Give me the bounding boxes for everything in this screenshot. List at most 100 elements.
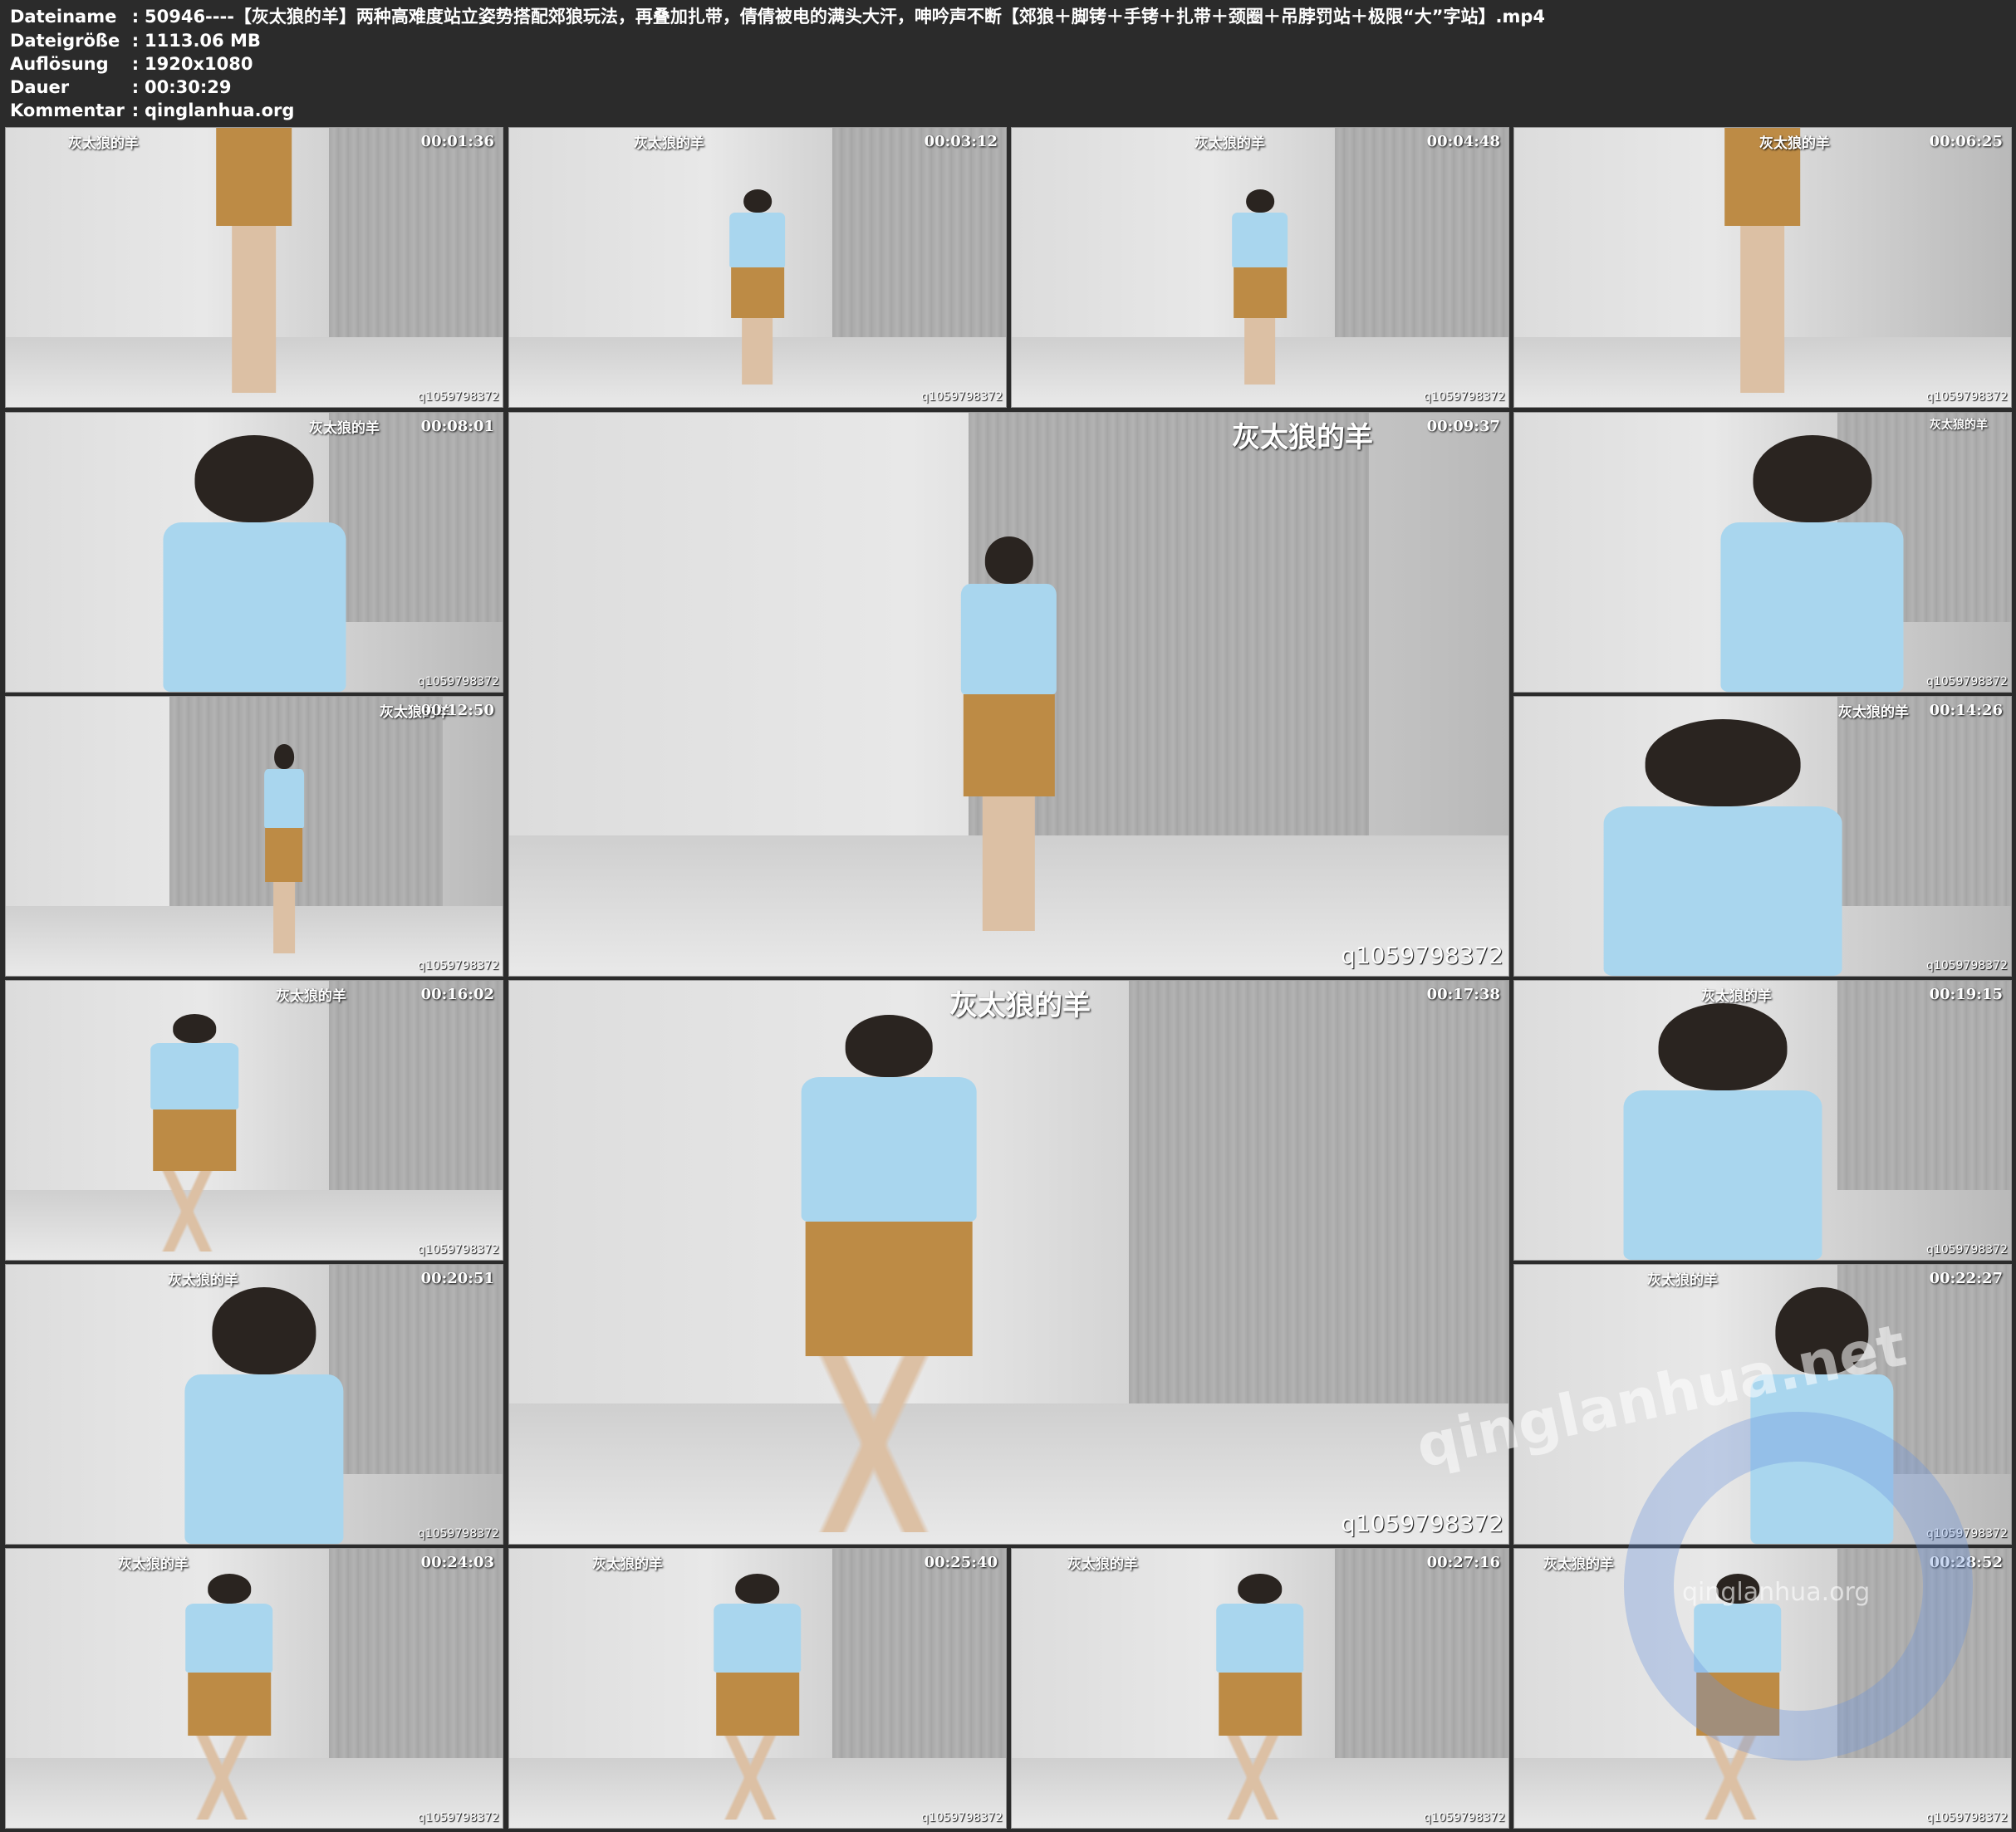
wall-panel [1128, 981, 1508, 1403]
person-figure [259, 744, 309, 954]
person-figure [1599, 1002, 1847, 1260]
person-figure [778, 1014, 999, 1533]
wall-panel [1334, 128, 1508, 337]
qq-watermark: q1059798372 [1424, 1811, 1505, 1825]
video-thumbnail: 灰太狼的羊 00:04:48 q1059798372 [1011, 127, 1509, 408]
timestamp: 00:01:36 [420, 133, 494, 150]
person-figure [949, 536, 1068, 931]
channel-watermark: 灰太狼的羊 [309, 420, 380, 437]
person-figure [1205, 1574, 1315, 1820]
timestamp: 00:12:50 [420, 702, 494, 719]
duration-value: 00:30:29 [145, 77, 232, 97]
person-figure [703, 1574, 812, 1820]
filesize-key: Dateigröße [10, 31, 120, 51]
channel-watermark: 灰太狼的羊 [118, 1556, 189, 1573]
channel-watermark: 灰太狼的羊 [276, 988, 346, 1005]
person-figure [1574, 718, 1872, 976]
qq-watermark: q1059798372 [418, 1527, 499, 1541]
channel-watermark: 灰太狼的羊 [949, 989, 1091, 1022]
wall-panel [1334, 1549, 1508, 1758]
wall-panel [831, 1549, 1006, 1758]
qq-watermark: q1059798372 [1926, 959, 2008, 972]
timestamp: 00:16:02 [420, 986, 494, 1003]
qq-watermark: q1059798372 [1341, 942, 1503, 969]
qq-watermark: q1059798372 [1341, 1510, 1503, 1537]
video-thumbnail: 灰太狼的羊 00:06:25 q1059798372 [1513, 127, 2012, 408]
video-thumbnail: 灰太狼的羊 00:24:03 q1059798372 [5, 1548, 503, 1829]
comment-row: Kommentar: qinglanhua.org [10, 99, 294, 122]
resolution-row: Auflösung:1920x1080 [10, 52, 253, 76]
timestamp: 00:09:37 [1426, 418, 1500, 435]
timestamp: 00:27:16 [1426, 1554, 1500, 1571]
timestamp: 00:22:27 [1929, 1270, 2003, 1287]
duration-row: Dauer:00:30:29 [10, 76, 231, 99]
wall-panel [831, 128, 1006, 337]
comment-value: qinglanhua.org [145, 100, 295, 120]
timestamp: 00:04:48 [1426, 133, 1500, 150]
filename-row: Dateiname:50946----【灰太狼的羊】两种高难度站立姿势搭配郊狼玩… [10, 5, 1545, 28]
channel-watermark: 灰太狼的羊 [1930, 419, 1988, 432]
qq-watermark: q1059798372 [921, 390, 1003, 404]
video-thumbnail: 灰太狼的羊 00:25:40 q1059798372 [508, 1548, 1007, 1829]
channel-watermark: 灰太狼的羊 [1701, 988, 1772, 1005]
person-figure [140, 434, 368, 692]
qq-watermark: q1059798372 [418, 1811, 499, 1825]
filesize-row: Dateigröße:1113.06 MB [10, 29, 261, 52]
qq-watermark: q1059798372 [1926, 675, 2008, 688]
qq-watermark: q1059798372 [921, 1811, 1003, 1825]
wall-panel [328, 1549, 503, 1758]
channel-watermark: 灰太狼的羊 [592, 1556, 663, 1573]
video-thumbnail: 灰太狼的羊 00:14:26 q1059798372 [1513, 696, 2012, 977]
video-thumbnail: 灰太狼的羊 00:20:51 q1059798372 [5, 1264, 503, 1545]
separator: : [131, 100, 140, 120]
video-thumbnail: 灰太狼的羊 00:03:12 q1059798372 [508, 127, 1007, 408]
filesize-value: 1113.06 MB [145, 31, 261, 51]
channel-watermark: 灰太狼的羊 [168, 1272, 238, 1289]
video-thumbnail: 灰太狼的羊 00:16:02 q1059798372 [5, 980, 503, 1261]
wall-panel [1837, 981, 2011, 1190]
channel-watermark: 灰太狼的羊 [68, 135, 139, 152]
channel-watermark: 灰太狼的羊 [1232, 421, 1373, 454]
resolution-value: 1920x1080 [145, 54, 253, 74]
wall-panel [328, 128, 503, 337]
person-figure [1713, 128, 1812, 394]
channel-watermark: 灰太狼的羊 [1647, 1272, 1718, 1289]
channel-watermark: 灰太狼的羊 [1194, 135, 1265, 152]
timestamp: 00:20:51 [420, 1270, 494, 1287]
filename-key: Dateiname [10, 7, 117, 27]
separator: : [131, 31, 140, 51]
timestamp: 00:06:25 [1929, 133, 2003, 150]
qq-watermark: q1059798372 [1926, 390, 2008, 404]
video-thumbnail: 灰太狼的羊 00:01:36 q1059798372 [5, 127, 503, 408]
channel-watermark: 灰太狼的羊 [634, 135, 704, 152]
wall-panel [328, 981, 503, 1190]
qq-watermark: q1059798372 [1926, 1243, 2008, 1256]
video-thumbnail-large: 灰太狼的羊 00:09:37 q1059798372 [508, 412, 1509, 977]
video-thumbnail-large: 灰太狼的羊 00:17:38 q1059798372 [508, 980, 1509, 1545]
channel-watermark: 灰太狼的羊 [1067, 1556, 1138, 1573]
timestamp: 00:08:01 [420, 418, 494, 435]
timestamp: 00:17:38 [1426, 986, 1500, 1003]
video-thumbnail: 灰太狼的羊 00:19:15 q1059798372 [1513, 980, 2012, 1261]
qq-watermark: q1059798372 [418, 959, 499, 972]
timestamp: 00:25:40 [924, 1554, 998, 1571]
person-figure [204, 128, 304, 394]
person-figure [1698, 434, 1926, 692]
timestamp: 00:24:03 [420, 1554, 494, 1571]
separator: : [131, 7, 140, 27]
person-figure [164, 1286, 363, 1544]
channel-watermark: 灰太狼的羊 [1543, 1556, 1614, 1573]
site-watermark-small: qinglanhua.org [1682, 1578, 1871, 1607]
video-thumbnail: 灰太狼的羊 00:12:50 q1059798372 [5, 696, 503, 977]
channel-watermark: 灰太狼的羊 [1838, 704, 1909, 721]
qq-watermark: q1059798372 [418, 1243, 499, 1256]
qq-watermark: q1059798372 [418, 390, 499, 404]
person-figure [140, 1014, 250, 1252]
qq-watermark: q1059798372 [418, 675, 499, 688]
resolution-key: Auflösung [10, 54, 109, 74]
timestamp: 00:14:26 [1929, 702, 2003, 719]
person-figure [174, 1574, 284, 1820]
channel-watermark: 灰太狼的羊 [1759, 135, 1830, 152]
separator: : [131, 77, 140, 97]
qq-watermark: q1059798372 [1424, 390, 1505, 404]
